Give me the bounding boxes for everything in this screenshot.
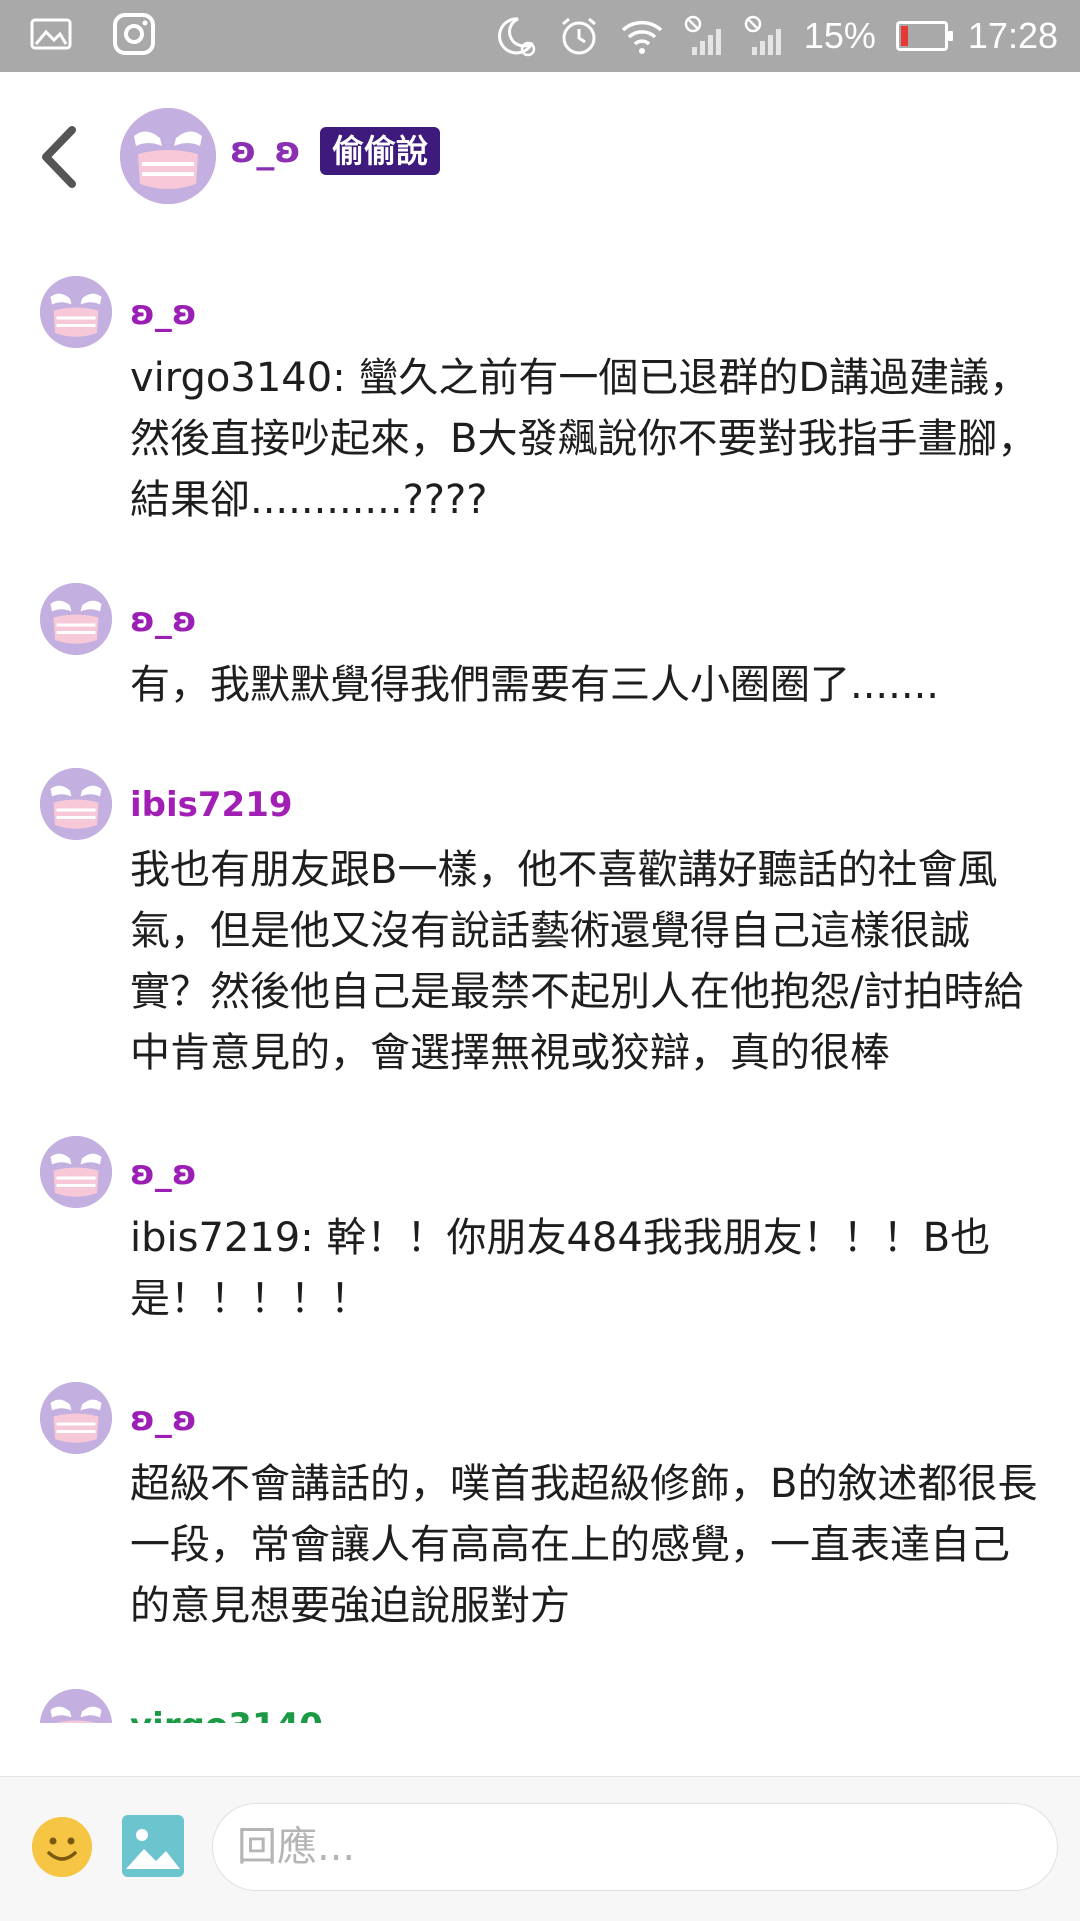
message-username[interactable]: ibis7219 <box>130 762 1080 828</box>
emoji-icon[interactable] <box>32 1817 92 1877</box>
moon-icon <box>497 17 536 57</box>
message-username[interactable]: ʚ_ʚ <box>130 1376 1080 1442</box>
message-item: ʚ_ʚ 超級不會講話的，噗首我超級修飾，B的敘述都很長一段，常會讓人有高高在上的… <box>0 1376 1080 1637</box>
alarm-icon <box>561 17 596 55</box>
message-username[interactable]: ʚ_ʚ <box>130 1130 1080 1196</box>
mask-face-icon <box>120 108 216 204</box>
status-bar: 15% 17:28 <box>0 0 1080 72</box>
mask-face-icon <box>40 1382 112 1454</box>
avatar[interactable] <box>40 276 112 348</box>
clock: 17:28 <box>967 15 1058 56</box>
message-username[interactable]: ʚ_ʚ <box>130 270 1080 336</box>
message-list[interactable]: ʚ_ʚ virgo3140: 蠻久之前有一個已退群的D講過建議，然後直接吵起來，… <box>0 270 1080 1775</box>
mask-face-icon <box>40 276 112 348</box>
battery-percent: 15% <box>803 15 876 56</box>
header: ʚ_ʚ 偷偷說 <box>0 72 1080 242</box>
battery-icon <box>895 21 953 51</box>
mask-face-icon <box>40 1689 112 1723</box>
message-item: ʚ_ʚ 有，我默默覺得我們需要有三人小圈圈了....... <box>0 577 1080 716</box>
instagram-icon <box>113 13 155 55</box>
reply-bar <box>0 1776 1080 1921</box>
avatar[interactable] <box>40 1382 112 1454</box>
message-username[interactable]: ʚ_ʚ <box>130 577 1080 643</box>
avatar[interactable] <box>120 108 216 204</box>
message-item: ibis7219 我也有朋友跟B一樣，他不喜歡講好聽話的社會風氣，但是他又沒有說… <box>0 762 1080 1084</box>
gallery-icon <box>30 18 72 50</box>
mask-face-icon <box>40 768 112 840</box>
avatar[interactable] <box>40 1136 112 1208</box>
anonymous-badge: 偷偷說 <box>320 127 441 175</box>
message-item: virgo3140 <box>0 1683 1080 1723</box>
reply-input[interactable] <box>212 1803 1058 1891</box>
image-icon[interactable] <box>122 1815 184 1877</box>
message-item: ʚ_ʚ ibis7219: 幹！！你朋友484我我朋友！！！B也是！！！！！ <box>0 1130 1080 1330</box>
mask-face-icon <box>40 1136 112 1208</box>
battery-level <box>900 26 908 46</box>
header-username[interactable]: ʚ_ʚ <box>230 130 301 171</box>
message-text: virgo3140: 蠻久之前有一個已退群的D講過建議，然後直接吵起來，B大發飆… <box>130 355 1038 523</box>
signal-icon <box>684 15 721 55</box>
wifi-icon <box>621 20 663 54</box>
message-text: ibis7219: 幹！！你朋友484我我朋友！！！B也是！！！！！ <box>130 1215 991 1322</box>
mask-face-icon <box>40 583 112 655</box>
message-username[interactable]: virgo3140 <box>130 1683 1080 1723</box>
signal-icon <box>744 15 781 55</box>
message-text: 有，我默默覺得我們需要有三人小圈圈了....... <box>130 662 940 708</box>
avatar[interactable] <box>40 768 112 840</box>
back-icon[interactable] <box>36 122 86 192</box>
avatar[interactable] <box>40 583 112 655</box>
message-item: ʚ_ʚ virgo3140: 蠻久之前有一個已退群的D講過建議，然後直接吵起來，… <box>0 270 1080 531</box>
message-text: 我也有朋友跟B一樣，他不喜歡講好聽話的社會風氣，但是他又沒有說話藝術還覺得自己這… <box>130 847 1024 1076</box>
avatar[interactable] <box>40 1689 112 1723</box>
message-text: 超級不會講話的，噗首我超級修飾，B的敘述都很長一段，常會讓人有高高在上的感覺，一… <box>130 1461 1038 1629</box>
